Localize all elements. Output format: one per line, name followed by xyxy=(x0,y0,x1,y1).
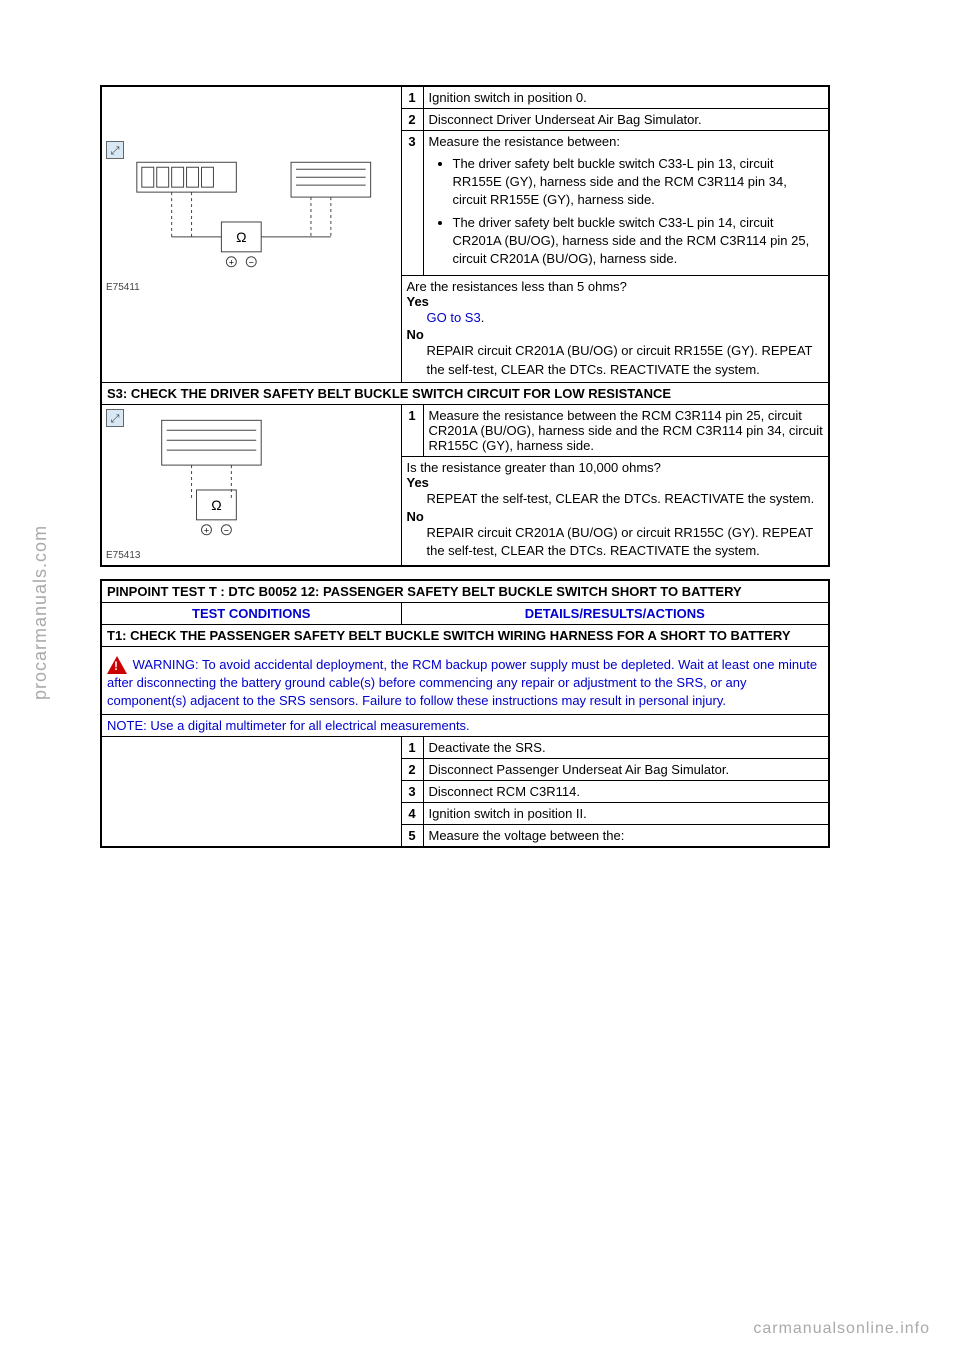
no-action-text: REPAIR circuit CR201A (BU/OG) or circuit… xyxy=(427,524,824,560)
no-label: No xyxy=(407,327,424,342)
yes-action-text: REPEAT the self-test, CLEAR the DTCs. RE… xyxy=(427,490,824,508)
diagnostic-table-pinpoint-t: PINPOINT TEST T : DTC B0052 12: PASSENGE… xyxy=(100,579,830,848)
diagram-label: E75413 xyxy=(106,550,140,561)
svg-text:Ω: Ω xyxy=(236,229,246,245)
no-action-text: REPAIR circuit CR201A (BU/OG) or circuit… xyxy=(427,342,824,378)
empty-left xyxy=(101,736,401,847)
yes-label: Yes xyxy=(407,475,429,490)
step-text: Measure the resistance between the RCM C… xyxy=(423,404,829,457)
column-header-conditions: TEST CONDITIONS xyxy=(101,602,401,624)
page-content: ⤢ xyxy=(100,85,830,860)
step-number: 4 xyxy=(401,802,423,824)
result-cell: Are the resistances less than 5 ohms? Ye… xyxy=(401,276,829,383)
step-number: 3 xyxy=(401,131,423,276)
step-text: Disconnect Driver Underseat Air Bag Simu… xyxy=(423,109,829,131)
goto-link[interactable]: GO to S3 xyxy=(427,310,481,325)
expand-icon[interactable]: ⤢ xyxy=(106,409,124,427)
bullet-item: The driver safety belt buckle switch C33… xyxy=(453,155,824,210)
no-label: No xyxy=(407,509,424,524)
step-text: Deactivate the SRS. xyxy=(423,736,829,758)
step-number: 2 xyxy=(401,758,423,780)
warning-icon xyxy=(107,656,127,674)
diagram-e75411: ⤢ xyxy=(102,137,401,297)
svg-text:Ω: Ω xyxy=(211,497,221,513)
step-text: Ignition switch in position II. xyxy=(423,802,829,824)
expand-icon[interactable]: ⤢ xyxy=(106,141,124,159)
warning-cell: WARNING: To avoid accidental deployment,… xyxy=(101,646,829,714)
pinpoint-header: PINPOINT TEST T : DTC B0052 12: PASSENGE… xyxy=(101,580,829,603)
step-text: Measure the voltage between the: xyxy=(423,824,829,847)
step-header-t1: T1: CHECK THE PASSENGER SAFETY BELT BUCK… xyxy=(101,624,829,646)
result-cell: Is the resistance greater than 10,000 oh… xyxy=(401,457,829,566)
watermark-left: procarmanuals.com xyxy=(30,525,51,700)
step-text: Measure the resistance between: The driv… xyxy=(423,131,829,276)
step-number: 1 xyxy=(401,86,423,109)
step-text: Disconnect RCM C3R114. xyxy=(423,780,829,802)
diagram-label: E75411 xyxy=(106,282,140,293)
column-header-details: DETAILS/RESULTS/ACTIONS xyxy=(401,602,829,624)
svg-text:−: − xyxy=(224,525,229,535)
svg-text:+: + xyxy=(229,258,234,268)
step-number: 3 xyxy=(401,780,423,802)
note-cell: NOTE: Use a digital multimeter for all e… xyxy=(101,714,829,736)
step-header-s3: S3: CHECK THE DRIVER SAFETY BELT BUCKLE … xyxy=(101,382,829,404)
step-text: Ignition switch in position 0. xyxy=(423,86,829,109)
svg-text:+: + xyxy=(204,525,209,535)
warning-text: WARNING: To avoid accidental deployment,… xyxy=(107,657,817,709)
watermark-bottom: carmanualsonline.info xyxy=(753,1320,930,1338)
step-number: 1 xyxy=(401,736,423,758)
note-text: NOTE: Use a digital multimeter for all e… xyxy=(107,718,470,733)
diagnostic-table-s2-s3: ⤢ xyxy=(100,85,830,567)
diagram-e75413: ⤢ Ω + − E75413 xyxy=(102,405,401,565)
step-text: Disconnect Passenger Underseat Air Bag S… xyxy=(423,758,829,780)
svg-text:−: − xyxy=(249,258,254,268)
step-number: 5 xyxy=(401,824,423,847)
bullet-item: The driver safety belt buckle switch C33… xyxy=(453,214,824,269)
step-number: 2 xyxy=(401,109,423,131)
yes-label: Yes xyxy=(407,294,429,309)
step-number: 1 xyxy=(401,404,423,457)
